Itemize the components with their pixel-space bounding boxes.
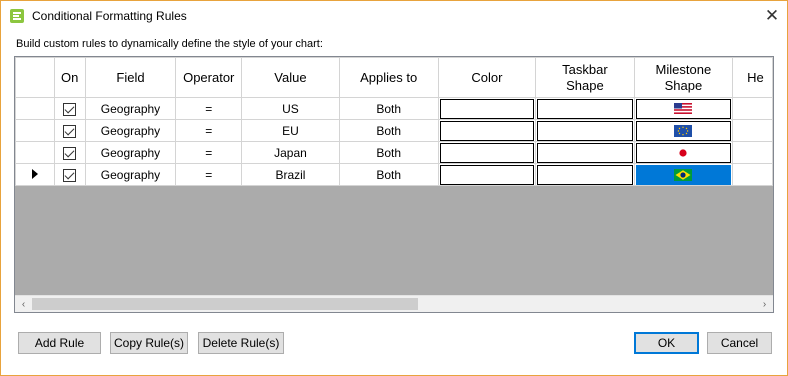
header-row: On Field Operator Value Applies to Color… bbox=[15, 57, 773, 98]
milestone-shape-box[interactable] bbox=[635, 98, 732, 119]
instruction-text: Build custom rules to dynamically define… bbox=[16, 38, 323, 50]
partial-cell[interactable] bbox=[732, 163, 773, 186]
scroll-right-icon[interactable]: › bbox=[756, 296, 773, 312]
column-header-applies-to[interactable]: Applies to bbox=[338, 57, 439, 98]
color-cell[interactable] bbox=[437, 141, 537, 164]
table-row[interactable]: Geography = Brazil Both bbox=[15, 163, 773, 186]
column-header-field[interactable]: Field bbox=[84, 57, 177, 98]
operator-cell[interactable]: = bbox=[175, 141, 243, 164]
value-cell[interactable]: Brazil bbox=[241, 163, 340, 186]
taskbar-shape-cell[interactable] bbox=[535, 119, 635, 142]
on-checkbox[interactable] bbox=[63, 102, 77, 116]
delete-rules-button[interactable]: Delete Rule(s) bbox=[198, 332, 284, 354]
operator-cell[interactable]: = bbox=[175, 119, 243, 142]
add-rule-button[interactable]: Add Rule bbox=[18, 332, 101, 354]
ok-button[interactable]: OK bbox=[634, 332, 699, 354]
brazil-flag-icon bbox=[674, 168, 693, 181]
row-header[interactable] bbox=[15, 119, 55, 142]
rules-table: On Field Operator Value Applies to Color… bbox=[15, 57, 773, 186]
applies-to-cell[interactable]: Both bbox=[338, 163, 439, 186]
color-box[interactable] bbox=[439, 98, 535, 119]
value-cell[interactable]: EU bbox=[241, 119, 340, 142]
on-cell[interactable] bbox=[53, 163, 86, 186]
field-cell[interactable]: Geography bbox=[84, 119, 177, 142]
milestone-shape-cell[interactable] bbox=[633, 119, 734, 142]
table-row[interactable]: Geography = Japan Both bbox=[15, 141, 773, 164]
table-row[interactable]: Geography = US Both bbox=[15, 97, 773, 120]
color-box[interactable] bbox=[439, 142, 535, 163]
milestone-shape-box-selected[interactable] bbox=[635, 164, 732, 185]
taskbar-shape-cell[interactable] bbox=[535, 97, 635, 120]
scroll-left-icon[interactable]: ‹ bbox=[15, 296, 32, 312]
taskbar-shape-box[interactable] bbox=[537, 120, 633, 141]
close-icon[interactable]: ✕ bbox=[757, 1, 787, 31]
operator-cell[interactable]: = bbox=[175, 163, 243, 186]
milestone-shape-box[interactable] bbox=[635, 120, 732, 141]
taskbar-shape-box[interactable] bbox=[537, 164, 633, 185]
row-header[interactable] bbox=[15, 141, 55, 164]
on-cell[interactable] bbox=[53, 141, 86, 164]
applies-to-cell[interactable]: Both bbox=[338, 141, 439, 164]
row-header[interactable] bbox=[15, 97, 55, 120]
japan-flag-icon bbox=[674, 146, 693, 159]
value-cell[interactable]: Japan bbox=[241, 141, 340, 164]
rules-grid: On Field Operator Value Applies to Color… bbox=[14, 56, 774, 313]
taskbar-shape-box[interactable] bbox=[537, 142, 633, 163]
partial-cell[interactable] bbox=[732, 97, 773, 120]
row-header[interactable] bbox=[15, 163, 55, 186]
taskbar-shape-box[interactable] bbox=[537, 98, 633, 119]
copy-rules-button[interactable]: Copy Rule(s) bbox=[110, 332, 188, 354]
on-cell[interactable] bbox=[53, 97, 86, 120]
app-icon bbox=[10, 9, 24, 23]
column-header-operator[interactable]: Operator bbox=[175, 57, 243, 98]
color-box[interactable] bbox=[439, 120, 535, 141]
column-header-partial[interactable]: He bbox=[732, 57, 773, 98]
column-header-milestone-shape-line1: Milestone bbox=[655, 61, 712, 77]
column-header-taskbar-shape-line2: Shape bbox=[566, 77, 604, 93]
us-flag-icon bbox=[674, 103, 693, 114]
on-checkbox[interactable] bbox=[63, 124, 77, 138]
column-header-taskbar-shape-line1: Taskbar bbox=[562, 61, 608, 77]
current-row-arrow-icon bbox=[31, 168, 38, 179]
milestone-shape-cell[interactable] bbox=[633, 141, 734, 164]
column-header-color[interactable]: Color bbox=[437, 57, 537, 98]
eu-flag-icon bbox=[674, 124, 693, 137]
applies-to-cell[interactable]: Both bbox=[338, 97, 439, 120]
taskbar-shape-cell[interactable] bbox=[535, 141, 635, 164]
column-header-on[interactable]: On bbox=[53, 57, 86, 98]
operator-cell[interactable]: = bbox=[175, 97, 243, 120]
milestone-shape-cell[interactable] bbox=[633, 97, 734, 120]
cancel-button[interactable]: Cancel bbox=[707, 332, 772, 354]
color-box[interactable] bbox=[439, 164, 535, 185]
horizontal-scrollbar[interactable]: ‹ › bbox=[15, 295, 773, 312]
color-cell[interactable] bbox=[437, 163, 537, 186]
field-cell[interactable]: Geography bbox=[84, 97, 177, 120]
scrollbar-thumb[interactable] bbox=[32, 298, 418, 310]
partial-cell[interactable] bbox=[732, 119, 773, 142]
color-cell[interactable] bbox=[437, 119, 537, 142]
column-header-value[interactable]: Value bbox=[241, 57, 340, 98]
table-row[interactable]: Geography = EU Both bbox=[15, 119, 773, 142]
color-cell[interactable] bbox=[437, 97, 537, 120]
conditional-formatting-dialog: Conditional Formatting Rules ✕ Build cus… bbox=[0, 0, 788, 376]
on-checkbox[interactable] bbox=[63, 146, 77, 160]
partial-cell[interactable] bbox=[732, 141, 773, 164]
field-cell[interactable]: Geography bbox=[84, 141, 177, 164]
applies-to-cell[interactable]: Both bbox=[338, 119, 439, 142]
milestone-shape-cell[interactable] bbox=[633, 163, 734, 186]
column-header-taskbar-shape[interactable]: Taskbar Shape bbox=[535, 57, 635, 98]
taskbar-shape-cell[interactable] bbox=[535, 163, 635, 186]
title-bar: Conditional Formatting Rules ✕ bbox=[1, 1, 787, 32]
field-cell[interactable]: Geography bbox=[84, 163, 177, 186]
on-checkbox[interactable] bbox=[63, 168, 77, 182]
column-header-milestone-shape-line2: Shape bbox=[664, 77, 703, 93]
window-title: Conditional Formatting Rules bbox=[32, 9, 187, 23]
on-cell[interactable] bbox=[53, 119, 86, 142]
value-cell[interactable]: US bbox=[241, 97, 340, 120]
row-header-corner bbox=[15, 57, 55, 98]
milestone-shape-box[interactable] bbox=[635, 142, 732, 163]
column-header-milestone-shape[interactable]: Milestone Shape bbox=[633, 57, 734, 98]
